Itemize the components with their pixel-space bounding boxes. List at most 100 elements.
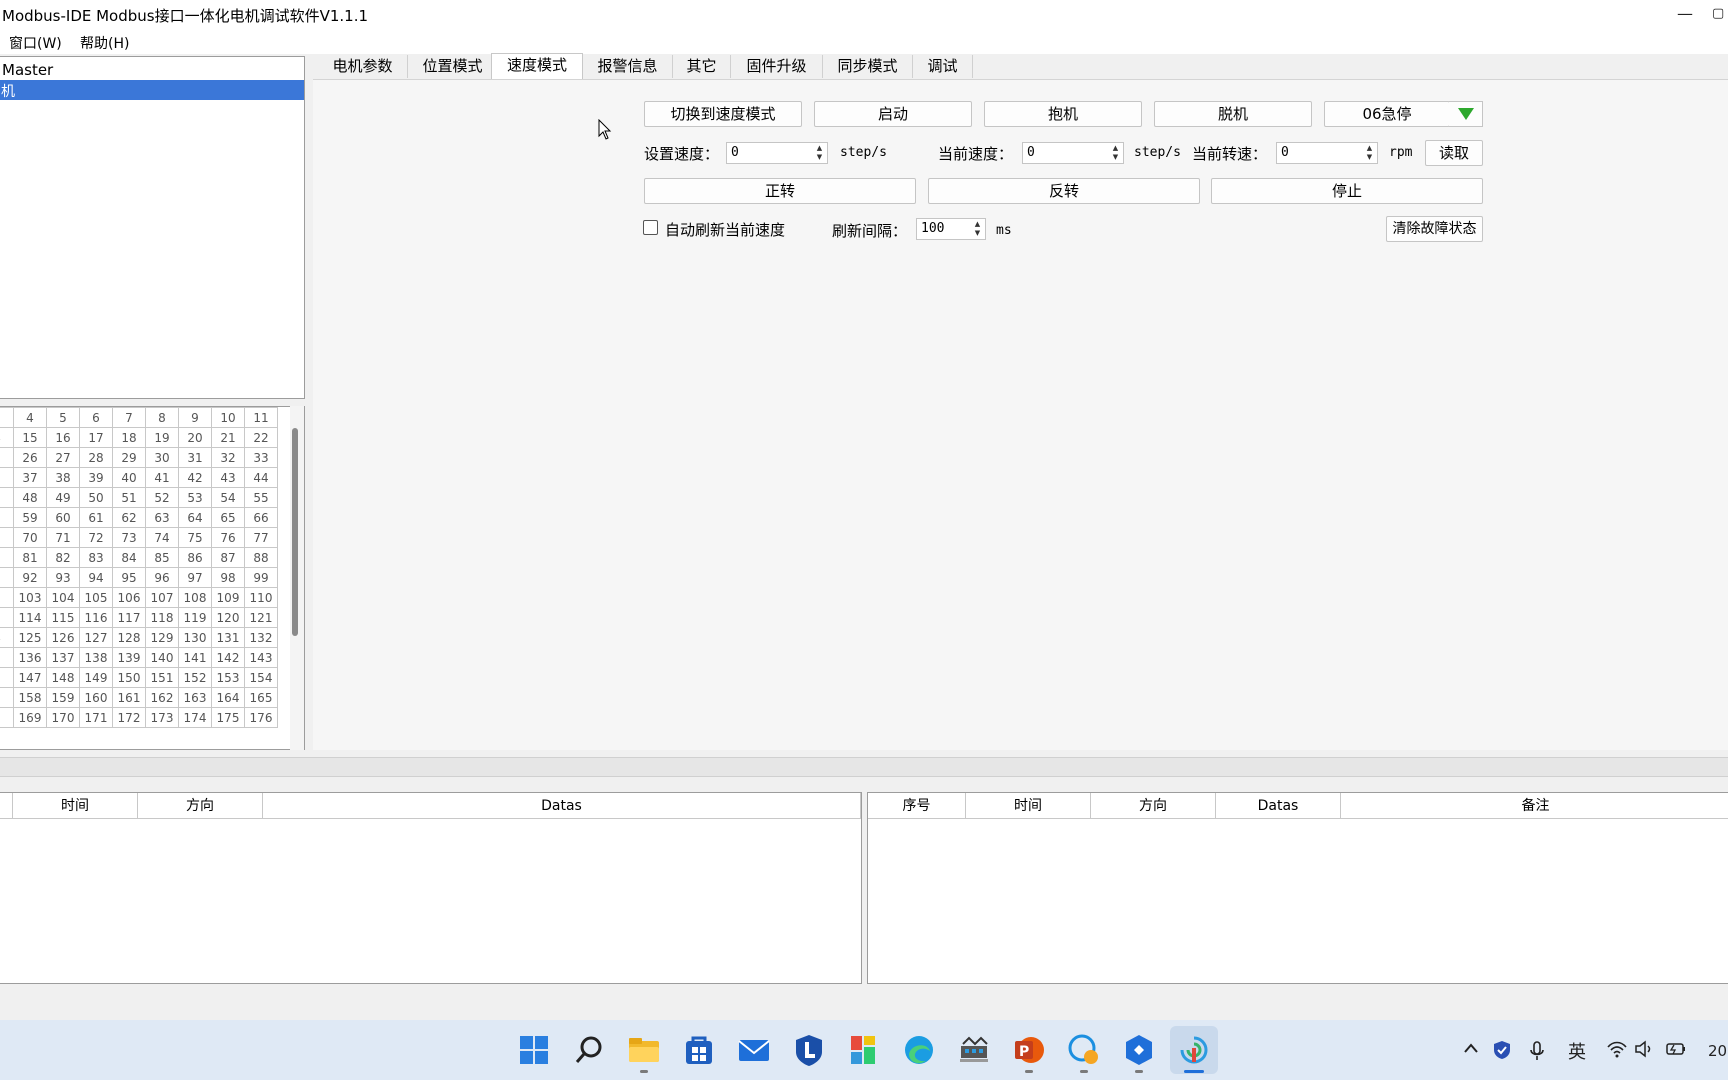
- register-cell[interactable]: 150: [112, 667, 146, 688]
- register-cell[interactable]: 115: [46, 607, 80, 628]
- register-cell[interactable]: 7: [112, 407, 146, 428]
- register-cell[interactable]: 118: [145, 607, 179, 628]
- tab-motor-params[interactable]: 电机参数: [318, 55, 408, 78]
- register-cell[interactable]: 81: [13, 547, 47, 568]
- current-speed-spinbox[interactable]: 0 ▲ ▼: [1022, 142, 1124, 164]
- register-cell[interactable]: 103: [13, 587, 47, 608]
- register-cell[interactable]: 40: [112, 467, 146, 488]
- device-tree[interactable]: Master 机: [0, 56, 305, 399]
- volume-icon[interactable]: [1634, 1040, 1654, 1063]
- register-cell[interactable]: 73: [112, 527, 146, 548]
- shield-icon[interactable]: [1492, 1040, 1512, 1065]
- register-cell[interactable]: 108: [178, 587, 212, 608]
- register-cell[interactable]: 109: [211, 587, 245, 608]
- register-cell[interactable]: 152: [178, 667, 212, 688]
- register-cell[interactable]: 74: [145, 527, 179, 548]
- spin-arrows-icon[interactable]: ▲ ▼: [814, 144, 825, 162]
- tree-root-master[interactable]: Master: [2, 61, 53, 79]
- register-cell[interactable]: 174: [178, 707, 212, 728]
- register-cell[interactable]: 4: [0, 427, 14, 448]
- register-cell[interactable]: 93: [46, 567, 80, 588]
- current-rpm-spinbox[interactable]: 0 ▲ ▼: [1276, 142, 1378, 164]
- register-cell[interactable]: 84: [112, 547, 146, 568]
- register-cell[interactable]: 42: [178, 467, 212, 488]
- register-cell[interactable]: 62: [112, 507, 146, 528]
- register-cell[interactable]: 18: [112, 427, 146, 448]
- register-cell[interactable]: 51: [112, 487, 146, 508]
- stop-button[interactable]: 停止: [1211, 178, 1483, 204]
- register-cell[interactable]: 31: [178, 447, 212, 468]
- register-cell[interactable]: 143: [244, 647, 278, 668]
- read-button[interactable]: 读取: [1425, 140, 1483, 166]
- register-cell[interactable]: 117: [112, 607, 146, 628]
- register-cell[interactable]: 9: [0, 527, 14, 548]
- tab-sync-mode[interactable]: 同步模式: [823, 55, 913, 78]
- register-cell[interactable]: 52: [145, 487, 179, 508]
- register-cell[interactable]: 75: [178, 527, 212, 548]
- register-cell[interactable]: 137: [46, 647, 80, 668]
- register-cell[interactable]: 59: [13, 507, 47, 528]
- register-cell[interactable]: 138: [79, 647, 113, 668]
- tab-other[interactable]: 其它: [673, 55, 731, 78]
- register-cell[interactable]: 6: [0, 667, 14, 688]
- search-icon[interactable]: [571, 1032, 607, 1068]
- log-header-time[interactable]: 时间: [13, 793, 138, 819]
- register-cell[interactable]: 105: [79, 587, 113, 608]
- refresh-interval-spinbox[interactable]: 100 ▲ ▼: [916, 218, 986, 240]
- log-header-direction[interactable]: 方向: [138, 793, 263, 819]
- spin-arrows-icon[interactable]: ▲ ▼: [1364, 144, 1375, 162]
- forward-button[interactable]: 正转: [644, 178, 916, 204]
- register-cell[interactable]: 16: [46, 427, 80, 448]
- register-cell[interactable]: 8: [0, 507, 14, 528]
- register-cell[interactable]: 55: [244, 487, 278, 508]
- microphone-icon[interactable]: [1529, 1040, 1545, 1067]
- tab-speed-mode[interactable]: 速度模式: [491, 53, 583, 80]
- register-cell[interactable]: 7: [0, 687, 14, 708]
- app-icon[interactable]: [1121, 1032, 1157, 1068]
- register-cell[interactable]: 1: [0, 567, 14, 588]
- register-cell[interactable]: 38: [46, 467, 80, 488]
- register-cell[interactable]: 28: [79, 447, 113, 468]
- register-cell[interactable]: 126: [46, 627, 80, 648]
- news-icon[interactable]: [846, 1032, 882, 1068]
- battery-icon[interactable]: [1665, 1040, 1687, 1063]
- store-icon[interactable]: [681, 1032, 717, 1068]
- register-cell[interactable]: 0: [0, 547, 14, 568]
- clear-fault-button[interactable]: 清除故障状态: [1386, 216, 1483, 242]
- register-cell[interactable]: 162: [145, 687, 179, 708]
- register-cell[interactable]: 32: [211, 447, 245, 468]
- register-cell[interactable]: 3: [0, 607, 14, 628]
- register-cell[interactable]: 140: [145, 647, 179, 668]
- register-cell[interactable]: 128: [112, 627, 146, 648]
- register-cell[interactable]: 99: [244, 567, 278, 588]
- register-cell[interactable]: 106: [112, 587, 146, 608]
- register-cell[interactable]: 95: [112, 567, 146, 588]
- edge-icon[interactable]: [901, 1032, 937, 1068]
- register-cell[interactable]: 132: [244, 627, 278, 648]
- register-cell[interactable]: 92: [13, 567, 47, 588]
- register-cell[interactable]: 153: [211, 667, 245, 688]
- minimize-button[interactable]: —: [1665, 0, 1705, 30]
- register-cell[interactable]: 21: [211, 427, 245, 448]
- spin-arrows-icon[interactable]: ▲ ▼: [1110, 144, 1121, 162]
- network-tool-icon[interactable]: [956, 1032, 992, 1068]
- register-cell[interactable]: 86: [178, 547, 212, 568]
- mail-icon[interactable]: [736, 1032, 772, 1068]
- register-cell[interactable]: 50: [79, 487, 113, 508]
- register-cell[interactable]: 5: [46, 407, 80, 428]
- register-cell[interactable]: 129: [145, 627, 179, 648]
- log-header-index[interactable]: 序号: [868, 793, 966, 819]
- receive-log-table[interactable]: 序号 时间 方向 Datas 备注: [867, 792, 1728, 984]
- tab-firmware-upgrade[interactable]: 固件升级: [731, 55, 823, 78]
- log-header-direction[interactable]: 方向: [1091, 793, 1216, 819]
- register-cell[interactable]: 141: [178, 647, 212, 668]
- wifi-icon[interactable]: [1607, 1040, 1627, 1063]
- register-cell[interactable]: 6: [0, 467, 14, 488]
- register-cell[interactable]: 163: [178, 687, 212, 708]
- register-cell[interactable]: 4: [0, 627, 14, 648]
- register-cell[interactable]: 26: [13, 447, 47, 468]
- register-cell[interactable]: 4: [13, 407, 47, 428]
- register-cell[interactable]: 158: [13, 687, 47, 708]
- register-cell[interactable]: 33: [244, 447, 278, 468]
- register-cell[interactable]: 97: [178, 567, 212, 588]
